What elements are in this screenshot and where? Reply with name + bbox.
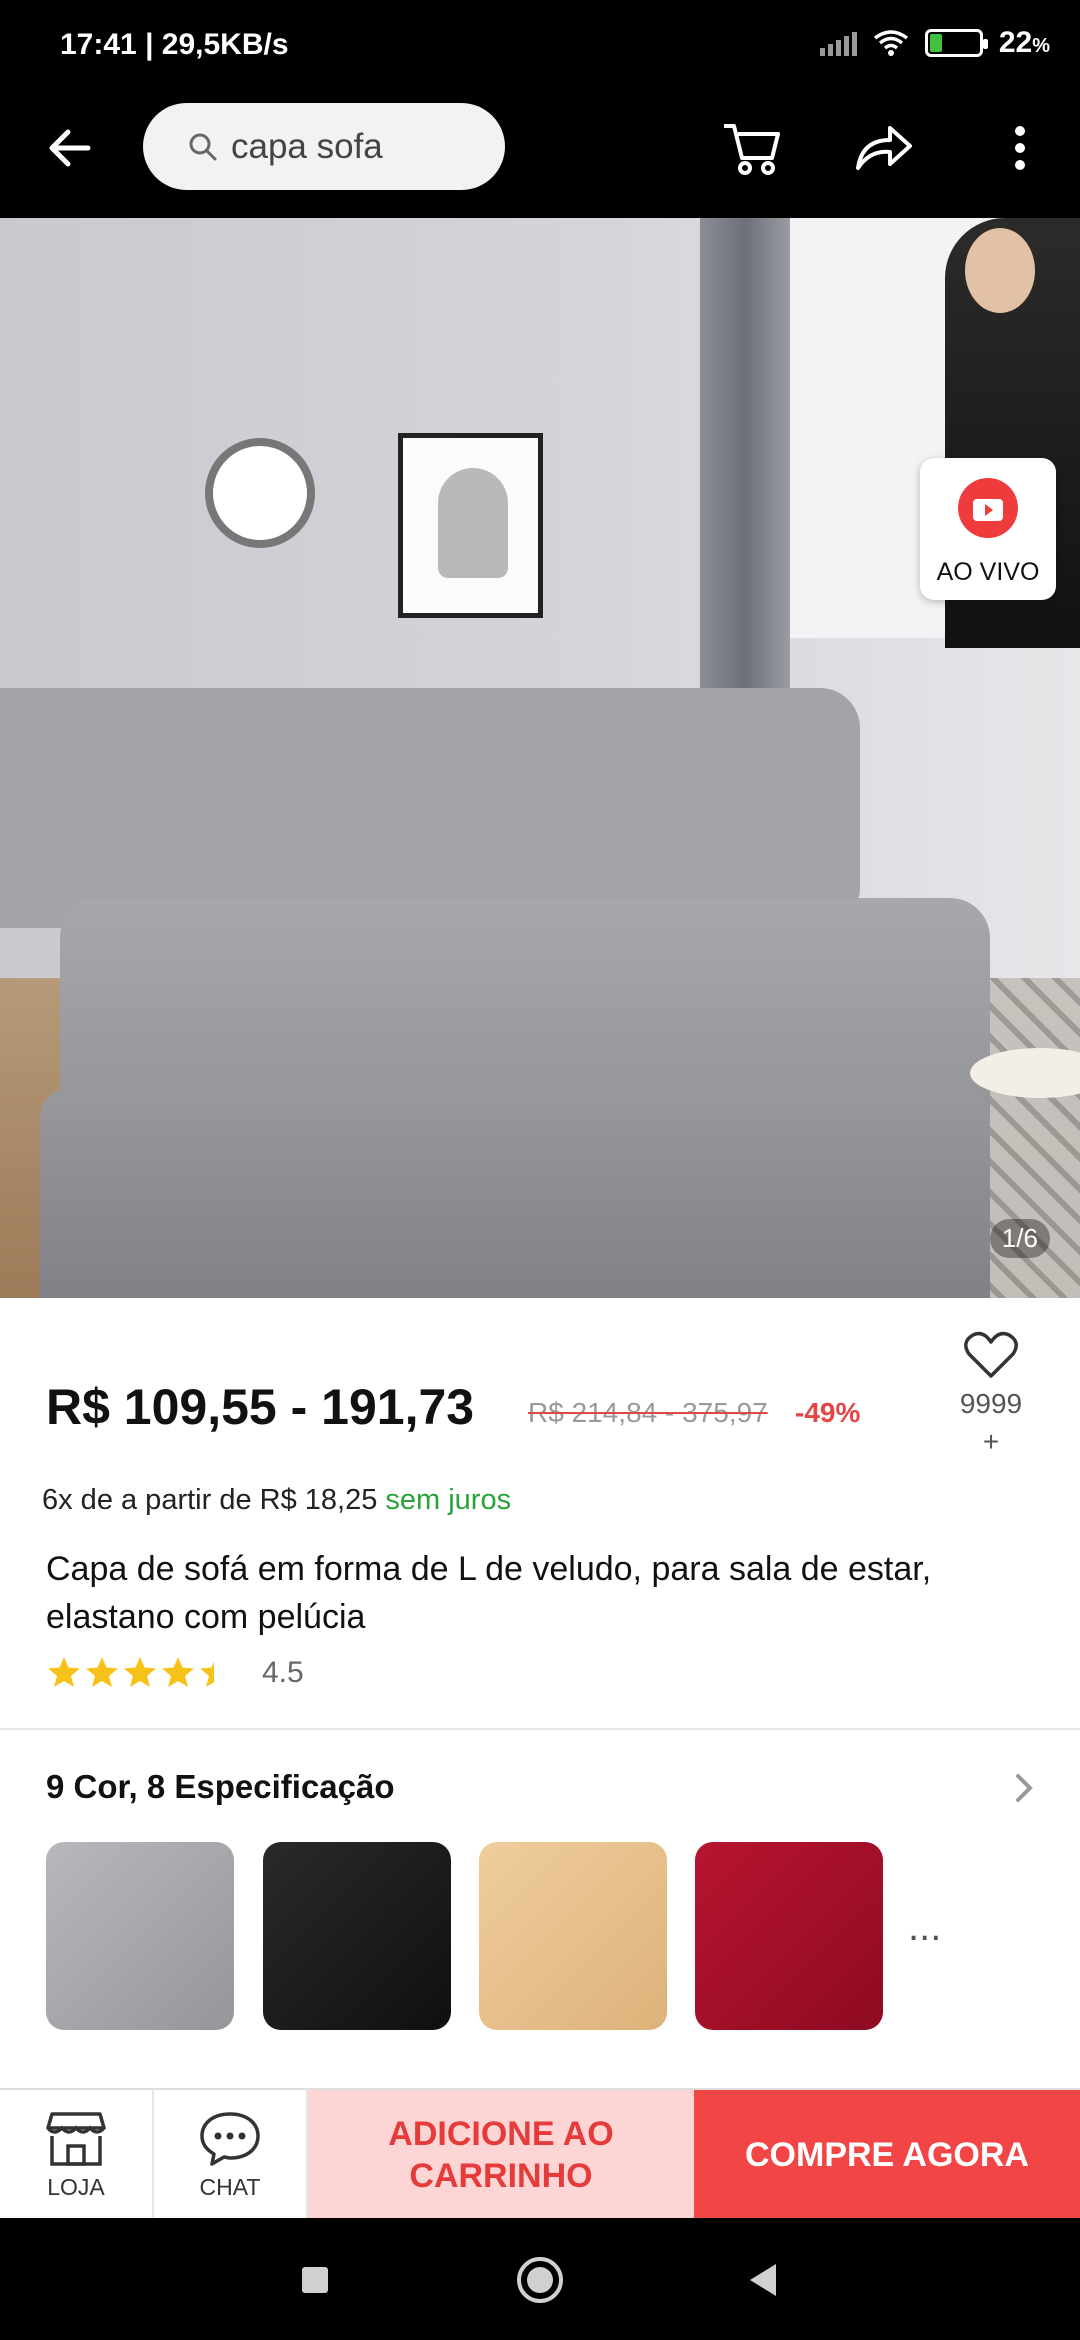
more-vertical-icon [1015, 126, 1025, 170]
color-swatch-red[interactable] [695, 1842, 883, 2030]
search-icon [189, 133, 217, 160]
color-swatch-black[interactable] [263, 1842, 451, 2030]
rating-stars-icon [48, 1657, 214, 1687]
square-icon [302, 2267, 328, 2293]
color-swatch-gray[interactable] [46, 1842, 234, 2030]
recents-button[interactable] [285, 2250, 345, 2310]
divider [0, 1728, 1080, 1730]
color-swatch-beige[interactable] [479, 1842, 667, 2030]
product-title: Capa de sofá em forma de L de veludo, pa… [46, 1550, 932, 1636]
buy-now-button[interactable]: COMPRE AGORA [694, 2090, 1080, 2220]
rating: 4.5 [46, 1655, 304, 1691]
favorite-count: 9999 [959, 1388, 1023, 1419]
home-circle-icon [517, 2257, 563, 2303]
status-icons: 22% [819, 26, 1050, 60]
add-to-cart-button[interactable]: ADICIONE AO CARRINHO [308, 2090, 694, 2220]
system-nav-bar [0, 2218, 1080, 2340]
share-icon [856, 126, 912, 170]
cart-icon [724, 124, 780, 175]
signal-icon [819, 30, 857, 56]
live-video-icon [958, 478, 1018, 538]
more-options-button[interactable] [980, 108, 1060, 188]
chevron-right-icon [1016, 1774, 1033, 1802]
installment-info: 6x de a partir de R$ 18,25 sem juros [42, 1484, 511, 1517]
live-button[interactable]: AO VIVO [920, 458, 1056, 600]
favorite-count-suffix: + [982, 1426, 1000, 1457]
store-button[interactable]: LOJA [0, 2090, 154, 2220]
chat-button[interactable]: CHAT [154, 2090, 308, 2220]
battery-icon [924, 29, 988, 57]
action-bar: LOJA CHAT ADICIONE AO CARRINHO COMPRE AG… [0, 2088, 1080, 2220]
heart-icon [964, 1331, 1018, 1378]
live-label: AO VIVO [936, 558, 1040, 586]
search-text: capa sofa [231, 126, 383, 166]
image-counter: 1/6 [989, 1219, 1050, 1258]
chat-label: CHAT [199, 2173, 261, 2200]
battery-level: 22% [998, 26, 1050, 59]
installment-note: sem juros [385, 1484, 512, 1516]
top-bar: 17:41 | 29,5KB/s 22% capa sofa [0, 0, 1080, 218]
wifi-icon [873, 30, 908, 56]
product-price: R$ 109,55 - 191,73 [46, 1379, 475, 1435]
back-arrow-icon [49, 129, 91, 167]
cart-button[interactable] [712, 108, 792, 188]
variant-heading[interactable]: 9 Cor, 8 Especificação [46, 1768, 395, 1806]
store-icon [46, 2111, 106, 2166]
search-input[interactable]: capa sofa [143, 103, 505, 190]
favorite-button[interactable]: 9999 + [950, 1330, 1032, 1461]
share-button[interactable] [844, 108, 924, 188]
discount-badge: -49% [795, 1397, 861, 1428]
store-label: LOJA [47, 2173, 105, 2200]
variant-open-button[interactable] [1010, 1768, 1040, 1808]
home-button[interactable] [510, 2250, 570, 2310]
back-button[interactable] [40, 118, 104, 178]
rating-value: 4.5 [262, 1656, 304, 1689]
status-time: 17:41 | 29,5KB/s [60, 28, 289, 61]
chat-icon [200, 2111, 260, 2166]
system-back-button[interactable] [733, 2250, 793, 2310]
original-price: R$ 214,84 - 375,97 [528, 1397, 768, 1428]
more-variants[interactable]: ... [908, 1905, 941, 1950]
triangle-back-icon [750, 2264, 776, 2296]
product-image[interactable]: 1/6 [0, 218, 1080, 1298]
installment-text: 6x de a partir de R$ 18,25 [42, 1484, 378, 1516]
